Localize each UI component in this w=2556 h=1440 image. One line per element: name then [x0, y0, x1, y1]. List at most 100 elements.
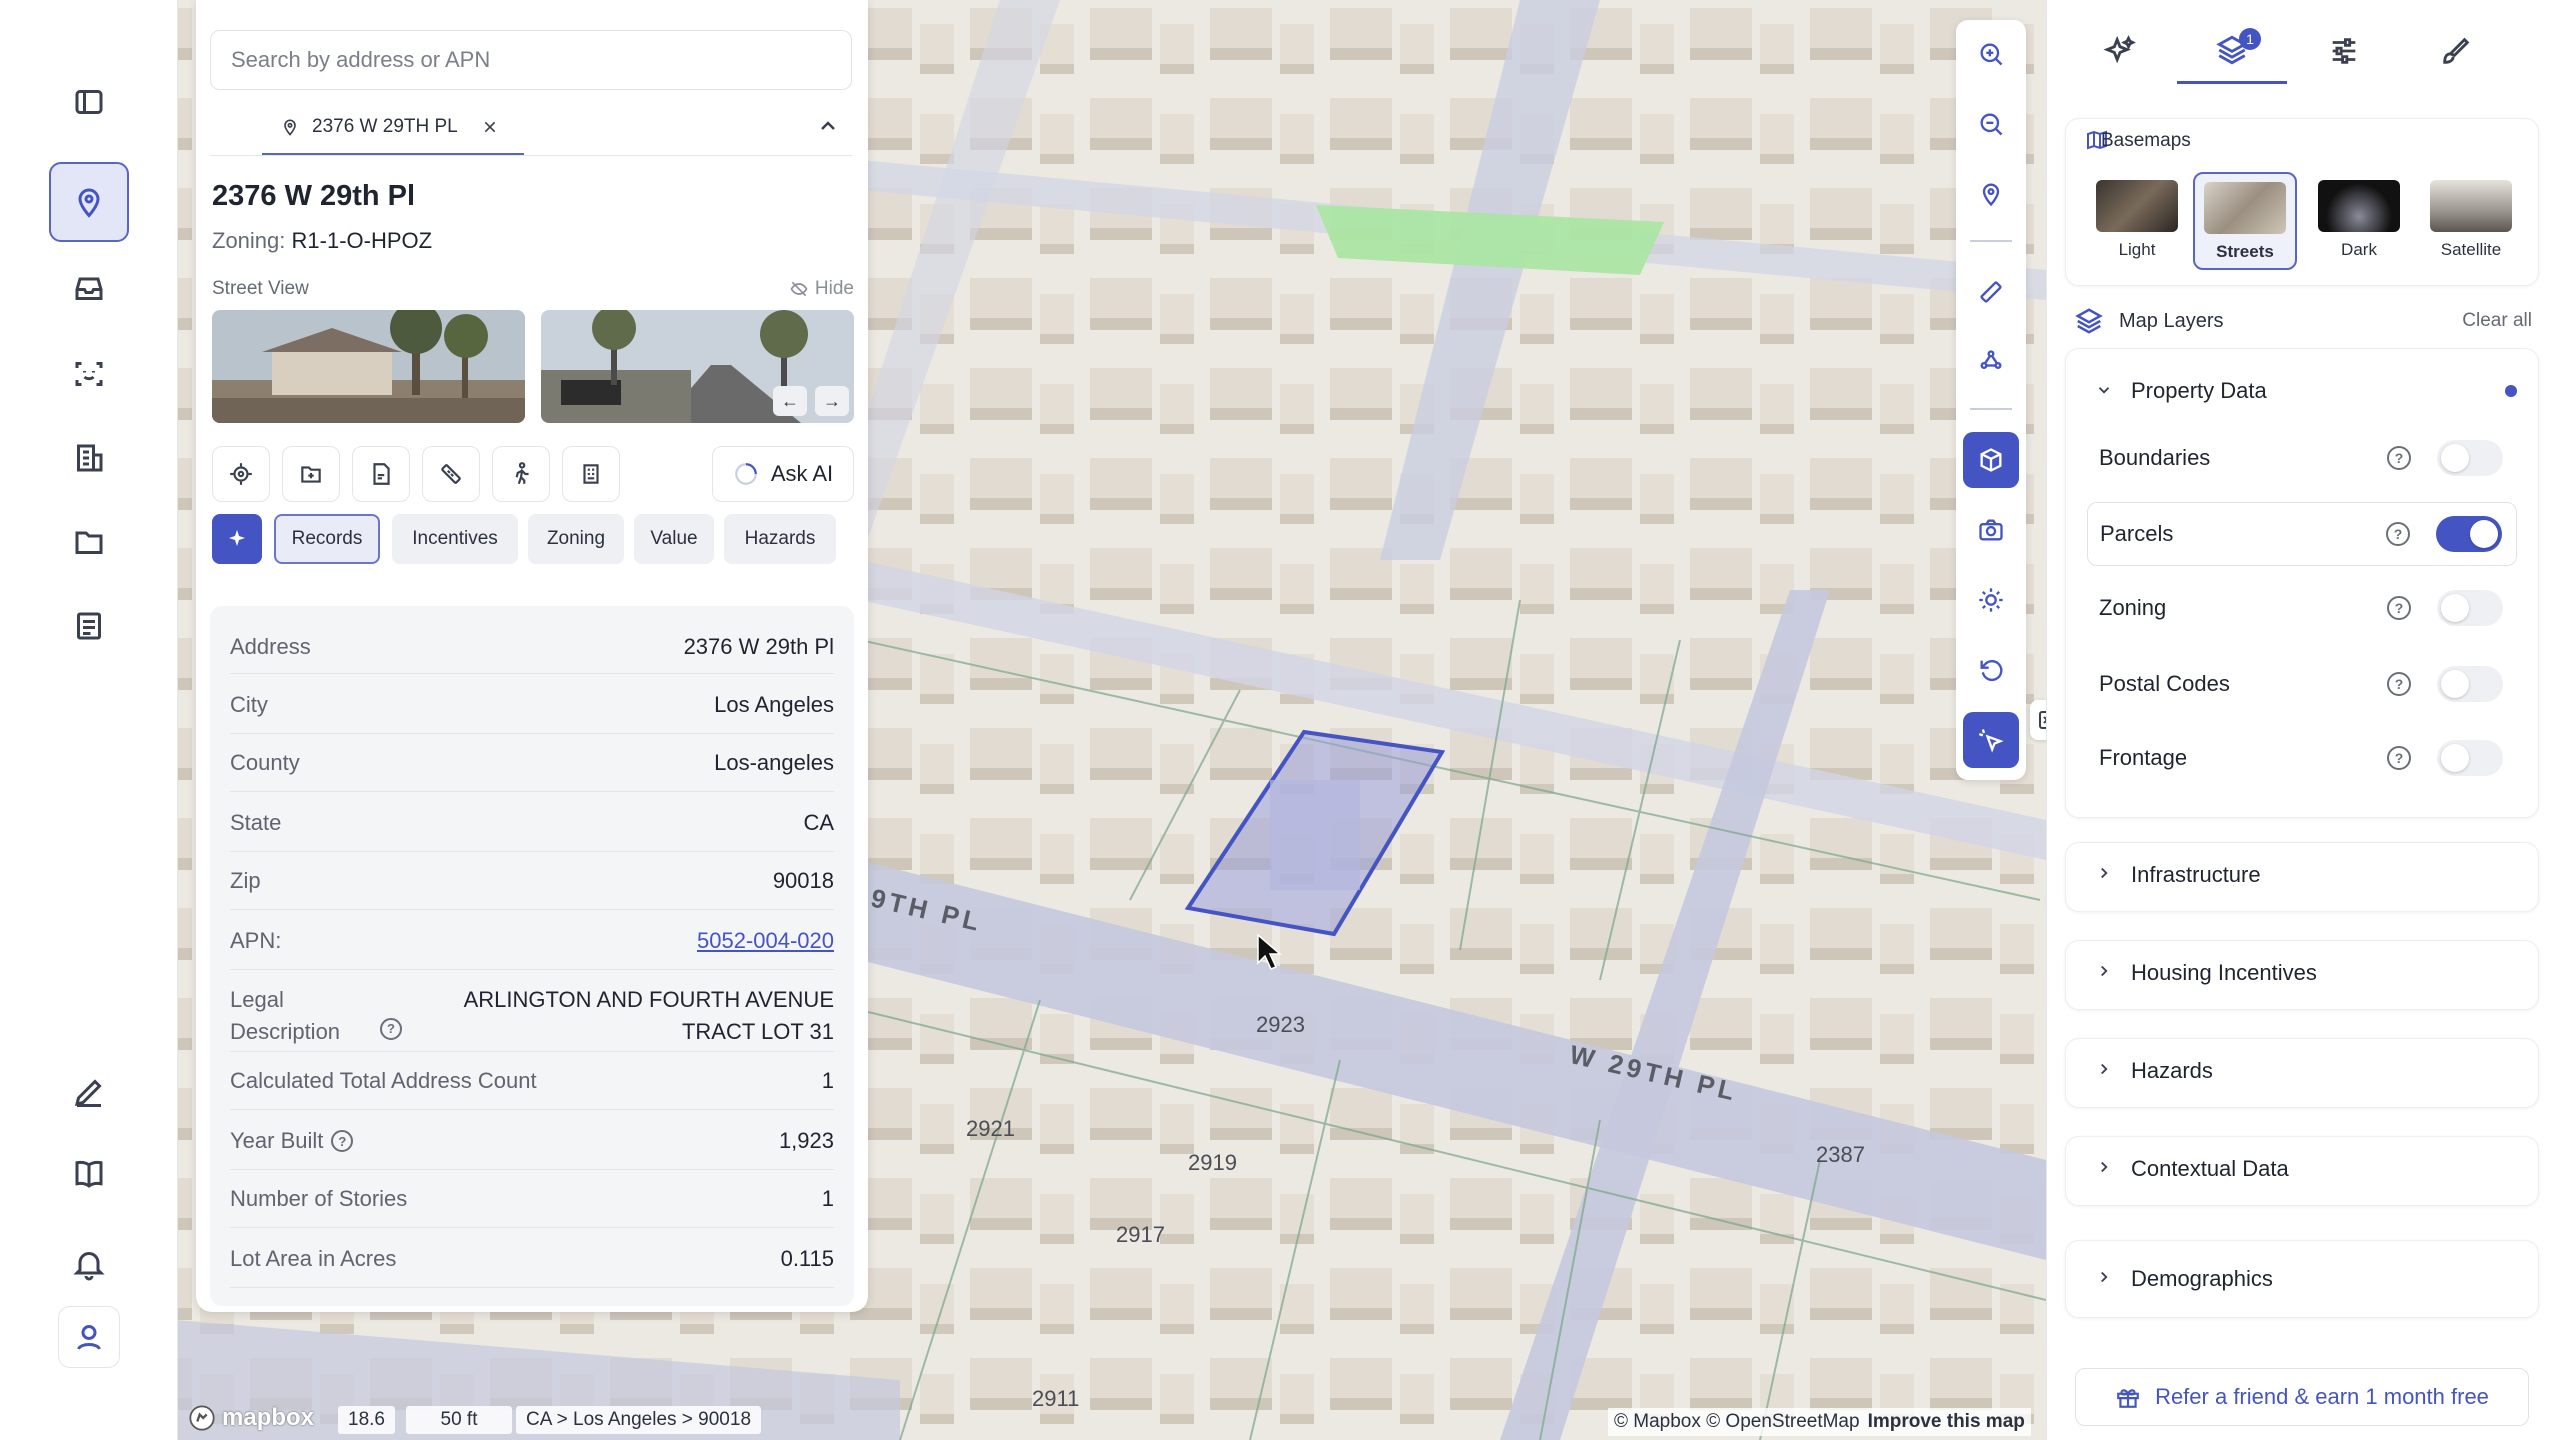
section-hazards[interactable]: Hazards [2131, 1058, 2213, 1084]
buildings-button[interactable] [562, 446, 620, 502]
record-row: State CA [230, 792, 834, 852]
basemap-light[interactable]: Light [2085, 172, 2189, 270]
layer-row-zoning[interactable]: Zoning ? [2087, 576, 2517, 640]
toggle-postal-codes[interactable] [2437, 666, 2503, 702]
help-icon[interactable]: ? [2386, 522, 2410, 546]
section-infrastructure[interactable]: Infrastructure [2131, 862, 2261, 888]
ask-ai-button[interactable]: Ask AI [712, 446, 854, 502]
inbox-nav-button[interactable] [49, 248, 129, 328]
map-nav-button[interactable] [49, 162, 129, 242]
clear-all-button[interactable]: Clear all [2462, 310, 2532, 332]
select-tool-button[interactable] [1963, 712, 2019, 768]
section-housing-incentives[interactable]: Housing Incentives [2131, 960, 2317, 986]
improve-map-link[interactable]: Improve this map [1868, 1411, 2025, 1433]
layer-row-boundaries[interactable]: Boundaries ? [2087, 426, 2517, 490]
basemap-thumbnail [2318, 180, 2400, 232]
section-demographics[interactable]: Demographics [2131, 1266, 2273, 1292]
file-pdf-icon [373, 463, 390, 485]
search-input[interactable]: Search by address or APN [210, 30, 852, 90]
tab-incentives[interactable]: Incentives [392, 514, 518, 564]
toggle-boundaries[interactable] [2437, 440, 2503, 476]
scan-nav-button[interactable] [49, 334, 129, 414]
locate-button[interactable] [212, 446, 270, 502]
tab-ai[interactable] [2065, 18, 2175, 84]
save-to-folder-button[interactable] [282, 446, 340, 502]
measure-tool-button[interactable] [1963, 264, 2019, 320]
ai-spinner-icon [734, 463, 757, 485]
mapbox-logo[interactable]: mapbox [188, 1404, 314, 1432]
toggle-frontage[interactable] [2437, 740, 2503, 776]
record-row: Lot Area in Acres 0.115 [230, 1228, 834, 1288]
hide-street-view-button[interactable]: Hide [789, 278, 854, 300]
chevron-right-icon[interactable] [2095, 1158, 2113, 1176]
attribution-text[interactable]: © Mapbox © OpenStreetMap [1614, 1411, 1860, 1433]
toggle-zoning[interactable] [2437, 590, 2503, 626]
help-icon[interactable]: ? [2387, 672, 2411, 696]
report-button[interactable] [352, 446, 410, 502]
ruler-icon [441, 464, 461, 484]
notifications-button[interactable] [49, 1224, 129, 1304]
apn-link[interactable]: 5052-004-020 [697, 928, 834, 954]
basemaps-title: Basemaps [2101, 130, 2191, 151]
layer-row-frontage[interactable]: Frontage ? [2087, 726, 2517, 790]
basemap-thumbnail [2204, 182, 2286, 234]
chevron-right-icon[interactable] [2095, 1268, 2113, 1286]
layer-row-parcels[interactable]: Parcels ? [2087, 502, 2517, 566]
reset-view-button[interactable] [1963, 642, 2019, 698]
layer-name: Frontage [2099, 745, 2188, 770]
profile-button[interactable] [58, 1306, 120, 1368]
screenshot-button[interactable] [1963, 502, 2019, 558]
tab-filters[interactable] [2289, 18, 2399, 84]
chevron-up-icon[interactable] [816, 114, 840, 138]
help-icon[interactable]: ? [380, 1018, 402, 1040]
ai-insights-button[interactable] [212, 514, 262, 564]
reports-nav-button[interactable] [49, 586, 129, 666]
tab-hazards[interactable]: Hazards [724, 514, 836, 564]
location-pin-icon [78, 188, 100, 218]
chevron-down-icon[interactable] [2095, 381, 2113, 399]
toggle-parcels[interactable] [2436, 516, 2502, 552]
help-icon[interactable]: ? [2387, 746, 2411, 770]
walkability-button[interactable] [492, 446, 550, 502]
address-tab[interactable]: 2376 W 29TH PL [262, 100, 524, 156]
basemap-dark[interactable]: Dark [2307, 172, 2411, 270]
section-property-data[interactable]: Property Data [2131, 378, 2267, 404]
basemap-streets[interactable]: Streets [2193, 172, 2297, 270]
street-view-image [541, 310, 854, 423]
next-photo-button[interactable]: → [815, 386, 849, 416]
3d-view-button[interactable] [1963, 432, 2019, 488]
layer-row-postal-codes[interactable]: Postal Codes ? [2087, 652, 2517, 716]
ask-ai-label: Ask AI [770, 461, 834, 486]
measure-button[interactable] [422, 446, 480, 502]
prev-photo-button[interactable]: ← [773, 386, 807, 416]
draw-area-button[interactable] [1963, 334, 2019, 390]
close-icon[interactable] [482, 119, 498, 135]
chevron-right-icon[interactable] [2095, 864, 2113, 882]
refer-friend-button[interactable]: Refer a friend & earn 1 month free [2075, 1368, 2529, 1426]
buildings-nav-button[interactable] [49, 418, 129, 498]
chevron-right-icon[interactable] [2095, 1060, 2113, 1078]
edit-nav-button[interactable] [49, 1052, 129, 1132]
basemap-satellite[interactable]: Satellite [2419, 172, 2523, 270]
docs-nav-button[interactable] [49, 1134, 129, 1214]
tab-value[interactable]: Value [634, 514, 714, 564]
folders-nav-button[interactable] [49, 502, 129, 582]
help-icon[interactable]: ? [331, 1130, 354, 1152]
chevron-right-icon[interactable] [2095, 962, 2113, 980]
my-location-button[interactable] [1963, 166, 2019, 222]
help-icon[interactable]: ? [2387, 446, 2411, 470]
zoom-in-button[interactable] [1963, 26, 2019, 82]
tab-records[interactable]: Records [274, 514, 380, 564]
street-view-photo-1[interactable] [212, 310, 525, 423]
street-view-photo-2[interactable]: ← → [541, 310, 854, 423]
zoom-out-button[interactable] [1963, 96, 2019, 152]
tab-layers[interactable]: 1 [2177, 18, 2287, 84]
help-icon[interactable]: ? [2387, 596, 2411, 620]
lighting-button[interactable] [1963, 572, 2019, 628]
tab-zoning[interactable]: Zoning [528, 514, 624, 564]
tab-draw[interactable] [2401, 18, 2511, 84]
section-contextual-data[interactable]: Contextual Data [2131, 1156, 2289, 1182]
active-dot [2505, 385, 2517, 397]
toggle-sidebar-button[interactable] [49, 62, 129, 142]
divider [210, 155, 852, 156]
